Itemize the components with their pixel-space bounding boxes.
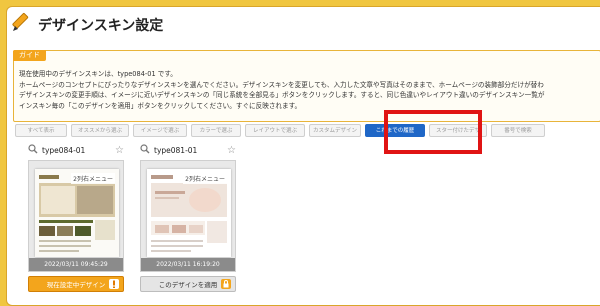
tab-by-layout[interactable]: レイアウトで選ぶ bbox=[245, 124, 305, 137]
current-design-label: 現在設定中デザイン bbox=[46, 281, 106, 289]
design-thumbnail[interactable]: 2列右メニュー 2022/03/11 09:45:29 bbox=[28, 160, 124, 272]
guide-text: 現在使用中のデザインスキンは、type084-01 です。 ホームページのコンセ… bbox=[19, 69, 599, 111]
guide-line: 現在使用中のデザインスキンは、type084-01 です。 bbox=[19, 70, 177, 78]
tab-all[interactable]: すべて表示 bbox=[15, 124, 67, 137]
star-icon[interactable]: ☆ bbox=[227, 145, 236, 156]
lock-icon bbox=[221, 279, 231, 289]
title-row: デザインスキン設定 bbox=[10, 12, 163, 38]
layout-tag: 2列右メニュー bbox=[71, 173, 115, 184]
tab-recommended[interactable]: オススメから選ぶ bbox=[71, 124, 129, 137]
design-header: type084-01 ☆ bbox=[28, 143, 124, 157]
pencil-icon bbox=[10, 12, 38, 38]
guide-line: デザインスキンの変更手順は、イメージに近いデザインスキンの「同じ系統を全部見る」… bbox=[19, 91, 545, 99]
tab-search-number[interactable]: 番号で検索 bbox=[491, 124, 545, 137]
guide-line: ホームページのコンセプトにぴったりなデザインスキンを選んでください。デザインスキ… bbox=[19, 80, 544, 89]
guide-box: ガイド 現在使用中のデザインスキンは、type084-01 です。 ホームページ… bbox=[13, 50, 600, 122]
current-design-button: 現在設定中デザイン bbox=[28, 276, 124, 292]
tab-by-color[interactable]: カラーで選ぶ bbox=[191, 124, 241, 137]
apply-design-label: このデザインを適用 bbox=[158, 281, 218, 289]
magnifier-icon[interactable] bbox=[140, 144, 154, 156]
design-header: type081-01 ☆ bbox=[140, 143, 236, 157]
apply-design-button[interactable]: このデザインを適用 bbox=[140, 276, 236, 292]
tab-custom-design[interactable]: カスタムデザイン bbox=[309, 124, 361, 137]
design-date: 2022/03/11 16:19:20 bbox=[141, 258, 235, 271]
design-name: type084-01 bbox=[42, 145, 86, 155]
design-preview-image: 2列右メニュー bbox=[35, 169, 119, 257]
guide-tab: ガイド bbox=[13, 50, 46, 61]
design-date: 2022/03/11 09:45:29 bbox=[29, 258, 123, 271]
star-icon[interactable]: ☆ bbox=[115, 145, 124, 156]
layout-tag: 2列右メニュー bbox=[183, 173, 227, 184]
design-name: type081-01 bbox=[154, 145, 198, 155]
design-card: type084-01 ☆ 2列右メニュー 2022/03/11 09:45:29… bbox=[28, 143, 124, 292]
tab-by-image[interactable]: イメージで選ぶ bbox=[133, 124, 187, 137]
design-thumbnail[interactable]: 2列右メニュー 2022/03/11 16:19:20 bbox=[140, 160, 236, 272]
page-title: デザインスキン設定 bbox=[38, 18, 164, 34]
info-icon bbox=[109, 279, 119, 289]
magnifier-icon[interactable] bbox=[28, 144, 42, 156]
highlight-box bbox=[384, 110, 482, 154]
guide-line: インスキン毎の「このデザインを適用」ボタンをクリックしてください。すぐに反映され… bbox=[19, 101, 302, 110]
design-card: type081-01 ☆ 2列右メニュー 2022/03/11 16:19:20… bbox=[140, 143, 236, 292]
design-preview-image: 2列右メニュー bbox=[147, 169, 231, 257]
